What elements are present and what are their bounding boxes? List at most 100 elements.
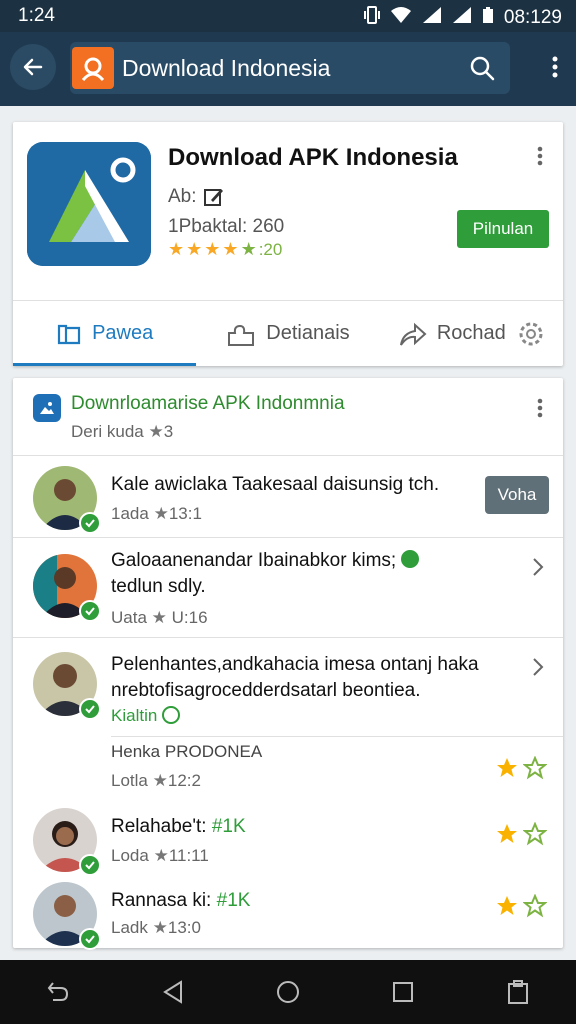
signal-icon <box>422 6 442 30</box>
verified-icon <box>79 928 101 950</box>
card-menu-button[interactable] <box>537 146 543 171</box>
star-outline-icon <box>523 894 547 918</box>
system-nav-bar <box>0 960 576 1024</box>
wifi-icon <box>390 6 412 30</box>
tab-pawea[interactable]: Pawea <box>13 301 197 366</box>
app-logo <box>72 47 114 89</box>
app-bar: Download Indonesia <box>0 32 576 106</box>
list-item-meta: Loda ★11:11 <box>111 846 209 866</box>
star-icon: ★ <box>151 608 167 627</box>
person-logo-icon <box>81 57 105 82</box>
list-item[interactable]: Galoaanenandar Ibainabkor kims; tedlun s… <box>13 538 563 638</box>
search-button[interactable] <box>468 54 496 87</box>
star-icon: ★ <box>153 846 169 865</box>
rating-stars[interactable] <box>495 756 547 780</box>
recents-nav-button[interactable] <box>373 962 433 1022</box>
list-item-tag: Kialtin <box>111 706 181 726</box>
avatar <box>33 466 101 534</box>
more-vert-icon <box>552 56 558 78</box>
square-recents-icon <box>393 982 414 1002</box>
list-item-title: Galoaanenandar Ibainabkor kims; <box>111 548 420 573</box>
tab-rochad[interactable]: Rochad <box>380 301 563 366</box>
list-item[interactable]: Relahabe't: #1K Loda ★11:11 <box>13 802 563 878</box>
list-item-meta-rating: U:16 <box>171 608 208 627</box>
list-item-title-text: Rannasa ki: <box>111 890 212 911</box>
search-bar[interactable]: Download Indonesia <box>70 42 510 94</box>
back-nav-button[interactable] <box>143 962 203 1022</box>
undo-nav-button[interactable] <box>28 962 88 1022</box>
list-card-menu-button[interactable] <box>537 398 543 423</box>
list-item-title-text: Relahabe't: <box>111 816 207 837</box>
back-button[interactable] <box>10 44 56 90</box>
info-badge-icon <box>401 550 420 568</box>
tab-label: Detianais <box>266 322 350 344</box>
star-icon: ★ <box>152 771 168 790</box>
star-icon: ★ <box>148 422 164 441</box>
list-card-subtitle-rating: 3 <box>163 422 174 441</box>
star-outline-icon <box>523 756 547 780</box>
rating-stars[interactable] <box>495 822 547 846</box>
list-card-title: Downrloamarise APK Indonmnia <box>71 393 345 414</box>
app-meta-label: Ab: <box>168 186 197 207</box>
list-item[interactable]: Kale awiclaka Taakesaal daisunsig tch. 1… <box>13 456 563 538</box>
more-vert-icon <box>537 398 543 418</box>
list-card-subtitle: Deri kuda ★3 <box>71 422 173 442</box>
list-item-title-line2: tedlun sdly. <box>111 576 206 597</box>
star-filled-icon <box>497 758 517 777</box>
list-item-tag-text: Kialtin <box>111 706 158 725</box>
list-item-meta-rating: 12:2 <box>167 771 201 790</box>
list-item-meta: Uata ★ U:16 <box>111 608 208 628</box>
app-name: Download APK Indonesia <box>168 144 458 171</box>
list-item-subtitle: Henka PRODONEA <box>111 742 263 761</box>
list-item-meta-rating: 11:11 <box>168 846 209 865</box>
list-item-title-tag: #1K <box>211 816 246 837</box>
list-item[interactable]: Rannasa ki: #1K Ladk ★13:0 <box>13 878 563 950</box>
app-icon[interactable] <box>27 142 151 266</box>
verified-icon <box>79 600 101 622</box>
star-icon: ★ <box>204 239 221 259</box>
book-icon <box>57 324 81 344</box>
list-card-icon <box>33 394 61 422</box>
list-item-title: Relahabe't: #1K <box>111 814 246 839</box>
status-clock: 08:129 <box>503 7 562 28</box>
overflow-menu-button[interactable] <box>552 56 558 83</box>
list-item-meta-text: Lotla <box>111 771 148 790</box>
rating-stars[interactable] <box>495 894 547 918</box>
gear-icon <box>519 322 543 345</box>
view-button[interactable]: Voha <box>485 476 549 514</box>
tab-detianais[interactable]: Detianais <box>196 301 379 366</box>
install-button[interactable]: Pilnulan <box>457 210 549 248</box>
star-icon: ★ <box>186 239 203 259</box>
chevron-right-icon[interactable] <box>531 656 545 683</box>
rating-value: :20 <box>258 239 283 259</box>
clipboard-nav-button[interactable] <box>488 962 548 1022</box>
chevron-right-icon[interactable] <box>531 556 545 583</box>
home-nav-button[interactable] <box>258 962 318 1022</box>
search-icon <box>470 56 495 81</box>
vibrate-icon <box>363 5 380 31</box>
check-circle-icon <box>162 706 181 724</box>
arrow-back-icon <box>23 58 43 76</box>
share-icon <box>399 322 427 346</box>
tab-bar: Pawea Detianais Rochad <box>13 300 563 366</box>
list-item-title-tag: #1K <box>216 890 251 911</box>
app-download-count: 1Pbaktal: 260 <box>168 216 285 237</box>
list-card-subtitle-text: Deri kuda <box>71 422 144 441</box>
star-outline-icon <box>523 822 547 846</box>
star-icon: ★ <box>152 918 168 937</box>
tab-label: Pawea <box>92 322 154 344</box>
list-item-meta-text: Loda <box>111 846 149 865</box>
app-bar-title: Download Indonesia <box>122 55 331 81</box>
star-filled-icon <box>497 896 517 915</box>
verified-icon <box>79 512 101 534</box>
star-icon: ★ <box>240 239 257 259</box>
puzzle-icon <box>228 324 255 346</box>
avatar <box>33 808 101 876</box>
star-filled-icon <box>497 824 517 843</box>
star-icon: ★ <box>222 239 239 259</box>
list-item[interactable]: Pelenhantes,andkahacia imesa ontanj haka… <box>13 638 563 802</box>
more-vert-icon <box>537 146 543 166</box>
list-item-meta-rating: 13:0 <box>167 918 201 937</box>
list-item-meta-rating: 13:1 <box>168 504 202 523</box>
list-item-meta: Lotla ★12:2 <box>111 771 201 791</box>
